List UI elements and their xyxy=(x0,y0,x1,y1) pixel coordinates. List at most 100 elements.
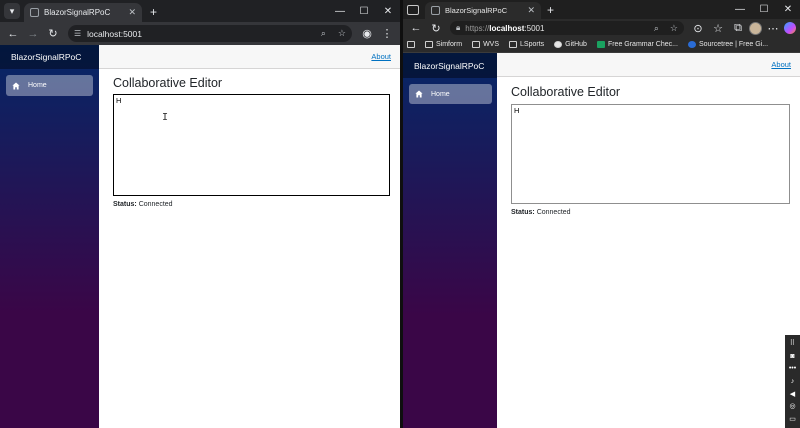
bookmark-grammar[interactable]: Free Grammar Chec... xyxy=(596,41,678,48)
maximize-icon[interactable]: ☐ xyxy=(352,0,376,22)
back-arrow-icon[interactable]: ← xyxy=(4,25,22,43)
about-link[interactable]: About xyxy=(771,60,791,69)
window-icon[interactable]: ▭ xyxy=(789,416,796,423)
home-icon xyxy=(415,90,423,98)
url-host: localhost xyxy=(489,23,525,33)
main-area: About Collaborative Editor H Status: Con… xyxy=(99,45,400,428)
bookmark-star-icon[interactable]: ☆ xyxy=(338,28,346,39)
address-bar[interactable]: 🔒︎ https://localhost:5001 ⌕ ☆ xyxy=(450,21,684,35)
brand-link[interactable]: BlazorSignalRPoC xyxy=(403,53,497,78)
window-controls: — ☐ ✕ xyxy=(328,0,400,22)
minimize-icon[interactable]: — xyxy=(328,0,352,22)
maximize-icon[interactable]: ☐ xyxy=(752,0,776,19)
menu-kebab-icon[interactable]: ⋮ xyxy=(378,25,396,43)
profile-icon[interactable]: ◉ xyxy=(358,25,376,43)
microphone-icon[interactable]: ♪ xyxy=(791,378,795,385)
edge-toolbar: ← ↻ 🔒︎ https://localhost:5001 ⌕ ☆ ⊙ ☆ ⧉ … xyxy=(403,19,800,37)
status-label: Status: xyxy=(511,209,535,216)
lock-icon[interactable]: 🔒︎ xyxy=(456,23,460,33)
zoom-search-icon[interactable]: ⌕ xyxy=(321,28,326,39)
main-area: About Collaborative Editor H Status: Con… xyxy=(497,53,800,428)
back-arrow-icon[interactable]: ← xyxy=(407,19,425,37)
page-title: Collaborative Editor xyxy=(113,76,223,90)
extensions-icon[interactable]: ⊙ xyxy=(689,19,707,37)
favorite-star-icon[interactable]: ☆ xyxy=(670,23,678,34)
avatar[interactable] xyxy=(749,21,762,35)
bookmark-label: Free Grammar Chec... xyxy=(607,41,678,48)
text-cursor-icon: I xyxy=(162,112,169,123)
forward-arrow-icon[interactable]: → xyxy=(24,25,42,43)
nav-item-home-label: Home xyxy=(28,82,47,89)
close-window-icon[interactable]: ✕ xyxy=(776,0,800,19)
content: Collaborative Editor H Status: Connected xyxy=(497,77,800,216)
collections-icon[interactable]: ⧉ xyxy=(729,19,747,37)
bookmark-app-icon[interactable] xyxy=(407,41,415,48)
editor-textarea[interactable]: H xyxy=(511,104,790,204)
url-port: :5001 xyxy=(524,23,545,33)
favorites-icon[interactable]: ☆ xyxy=(709,19,727,37)
address-bar[interactable]: ☰ localhost:5001 ⌕ ☆ xyxy=(68,25,352,42)
zoom-search-icon[interactable]: ⌕ xyxy=(654,23,659,34)
blazor-app: BlazorSignalRPoC Home About Collaborativ… xyxy=(0,45,400,428)
webcam-icon[interactable]: ◎ xyxy=(789,403,795,410)
bookmark-label: WVS xyxy=(483,41,500,48)
github-icon xyxy=(554,41,563,48)
sidebar: BlazorSignalRPoC Home xyxy=(0,45,99,428)
menu-dots-icon[interactable]: ⋯ xyxy=(764,19,782,37)
site-info-icon[interactable]: ☰ xyxy=(74,29,81,38)
folder-icon xyxy=(425,41,433,48)
status-value: Connected xyxy=(138,201,173,208)
copilot-icon[interactable] xyxy=(784,22,796,34)
chrome-toolbar: ← → ↻ ☰ localhost:5001 ⌕ ☆ ◉ ⋮ xyxy=(0,22,400,45)
speaker-icon[interactable]: ◀ xyxy=(790,391,795,398)
reload-icon[interactable]: ↻ xyxy=(44,25,62,43)
tab-actions-icon[interactable] xyxy=(407,4,419,15)
new-tab-plus-icon[interactable]: + xyxy=(547,3,554,17)
brand-link[interactable]: BlazorSignalRPoC xyxy=(0,45,99,69)
drag-handle-icon[interactable]: ⠿ xyxy=(790,340,795,347)
new-tab-plus-icon[interactable]: + xyxy=(150,5,157,19)
nav-item-home-label: Home xyxy=(431,90,450,98)
sidebar: BlazorSignalRPoC Home xyxy=(403,53,497,428)
status-line: Status: Connected xyxy=(113,201,390,208)
top-row: About xyxy=(497,53,800,77)
tab-title: BlazorSignalRPoC xyxy=(445,6,508,15)
close-window-icon[interactable]: ✕ xyxy=(376,0,400,22)
about-link[interactable]: About xyxy=(371,52,391,61)
status-line: Status: Connected xyxy=(511,209,790,216)
bookmark-sourcetree[interactable]: Sourcetree | Free Gi... xyxy=(687,41,769,48)
folder-icon xyxy=(472,41,481,48)
bookmark-label: GitHub xyxy=(565,41,587,48)
bookmark-lsports[interactable]: LSports xyxy=(509,41,544,48)
editor-textarea[interactable]: H xyxy=(113,94,390,196)
chrome-tab[interactable]: BlazorSignalRPoC ✕ xyxy=(24,3,142,22)
bookmark-label: Sourcetree | Free Gi... xyxy=(698,41,769,48)
bookmark-github[interactable]: GitHub xyxy=(554,41,587,48)
edge-window: BlazorSignalRPoC ✕ + — ☐ ✕ ← ↻ 🔒︎ https:… xyxy=(403,0,800,428)
camera-icon[interactable]: ◙ xyxy=(790,353,794,360)
bookmark-wvs[interactable]: WVS xyxy=(472,41,499,48)
bookmarks-bar: Simform WVS LSports GitHub Free Grammar … xyxy=(403,37,800,53)
sourcetree-icon xyxy=(687,41,696,48)
close-tab-icon[interactable]: ✕ xyxy=(128,7,136,18)
edge-tab-bar: BlazorSignalRPoC ✕ + — ☐ ✕ xyxy=(403,0,800,19)
nav-item-home[interactable]: Home xyxy=(409,84,492,104)
nav-item-home[interactable]: Home xyxy=(6,75,93,96)
reload-icon[interactable]: ↻ xyxy=(427,19,445,37)
bookmark-folder-icon xyxy=(407,41,415,48)
url-text[interactable]: localhost:5001 xyxy=(87,29,309,39)
tab-title: BlazorSignalRPoC xyxy=(44,8,111,17)
chrome-tab-bar: ▾ BlazorSignalRPoC ✕ + — ☐ ✕ xyxy=(0,0,400,22)
bookmark-label: Simform xyxy=(436,41,463,48)
minimize-icon[interactable]: — xyxy=(728,0,752,19)
window-controls: — ☐ ✕ xyxy=(728,0,800,19)
url-text[interactable]: https://localhost:5001 xyxy=(465,24,643,33)
more-dots-icon[interactable]: ••• xyxy=(789,365,796,372)
close-tab-icon[interactable]: ✕ xyxy=(527,5,535,16)
home-icon xyxy=(12,82,20,90)
bookmark-simform[interactable]: Simform xyxy=(425,41,462,48)
tab-search-chevron-icon[interactable]: ▾ xyxy=(4,3,20,19)
content: Collaborative Editor H Status: Connected xyxy=(99,69,400,208)
bookmark-label: LSports xyxy=(520,41,545,48)
edge-tab[interactable]: BlazorSignalRPoC ✕ xyxy=(425,2,541,19)
